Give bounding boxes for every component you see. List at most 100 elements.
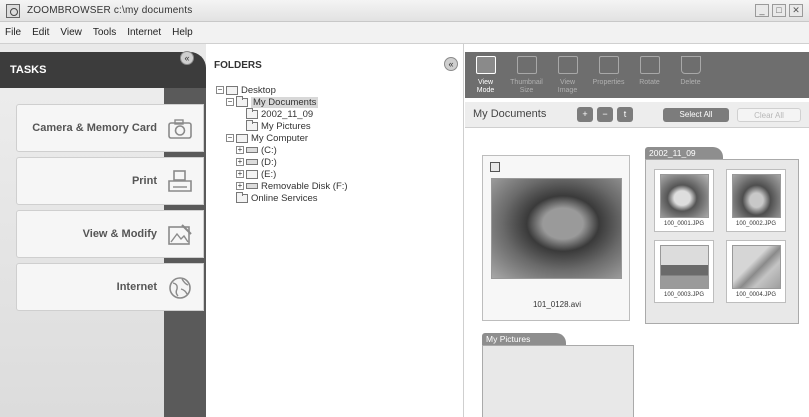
- thumbnail-picture: [660, 245, 709, 289]
- tasks-header: TASKS «: [0, 51, 206, 88]
- folders-title: FOLDERS: [214, 60, 262, 71]
- drive-icon: [246, 147, 258, 153]
- menu-file[interactable]: File: [5, 27, 21, 38]
- toolbar: View Mode Thumbnail Size View Image Prop…: [465, 52, 809, 98]
- select-all-button[interactable]: Select All: [663, 108, 729, 122]
- tree-toggle[interactable]: −: [226, 134, 234, 142]
- task-label: Print: [131, 175, 157, 187]
- folder-icon: [236, 191, 248, 203]
- minimize-button[interactable]: _: [755, 4, 769, 17]
- tree-item-my-computer[interactable]: − My Computer: [226, 132, 308, 144]
- tree-toggle[interactable]: +: [236, 158, 244, 166]
- tool-label: Delete: [680, 79, 701, 86]
- task-label: Camera & Memory Card: [32, 122, 157, 134]
- tree-item-drive-d[interactable]: + (D:): [236, 156, 277, 168]
- tasks-panel: TASKS « Camera & Memory Card Print View …: [0, 44, 206, 417]
- thumbnail-picture: [732, 174, 781, 218]
- task-label: Internet: [116, 281, 157, 293]
- globe-icon: [169, 277, 191, 299]
- cd-drive-icon: [246, 169, 258, 179]
- tree-toggle[interactable]: +: [236, 170, 244, 178]
- tree-item-desktop[interactable]: − Desktop: [216, 84, 276, 96]
- menu-view[interactable]: View: [60, 27, 82, 38]
- removable-disk-icon: [246, 183, 258, 189]
- zoom-in-button[interactable]: +: [577, 107, 593, 122]
- image-group-2002-11-09: 2002_11_09 100_0001.JPG 100_0002.JPG 100…: [645, 147, 799, 324]
- browser-pane: View Mode Thumbnail Size View Image Prop…: [465, 44, 809, 417]
- thumbnail-size-button[interactable]: Thumbnail Size: [506, 52, 547, 98]
- image-thumbnail[interactable]: 100_0004.JPG: [726, 240, 786, 303]
- group-tab[interactable]: My Pictures: [482, 333, 566, 345]
- view-image-button[interactable]: View Image: [547, 52, 588, 98]
- folder-icon: [246, 119, 258, 131]
- trash-icon: [681, 56, 701, 74]
- tree-label: (E:): [261, 168, 277, 180]
- tool-label: Rotate: [639, 79, 660, 86]
- desktop-icon: [226, 85, 238, 95]
- image-thumbnail[interactable]: 100_0002.JPG: [726, 169, 786, 232]
- title-bar: ZOOMBROWSER c:\my documents _ □ ✕: [0, 0, 809, 22]
- tree-item-drive-e[interactable]: + (E:): [236, 168, 276, 180]
- collapse-folders-button[interactable]: «: [444, 57, 458, 71]
- maximize-button[interactable]: □: [772, 4, 786, 17]
- tasks-title: TASKS: [10, 64, 47, 76]
- up-folder-button[interactable]: t: [617, 107, 633, 122]
- thumbnail-caption: 100_0003.JPG: [663, 292, 705, 298]
- thumbnail-caption: 100_0001.JPG: [663, 221, 705, 227]
- tree-item-online-services[interactable]: Online Services: [236, 191, 318, 204]
- tree-label: My Documents: [251, 96, 319, 108]
- movie-icon: [490, 162, 500, 172]
- properties-button[interactable]: Properties: [588, 52, 629, 98]
- view-modify-button[interactable]: View & Modify: [16, 210, 204, 258]
- delete-button[interactable]: Delete: [670, 52, 711, 98]
- rotate-button[interactable]: Rotate: [629, 52, 670, 98]
- tree-toggle[interactable]: +: [236, 182, 244, 190]
- internet-button[interactable]: Internet: [16, 263, 204, 311]
- thumbnail-caption: 100_0004.JPG: [735, 292, 777, 298]
- image-thumbnail[interactable]: 100_0003.JPG: [654, 240, 714, 303]
- printer-icon: [168, 170, 192, 192]
- video-preview-image: [491, 178, 622, 279]
- tree-label: Online Services: [251, 192, 318, 204]
- close-button[interactable]: ✕: [789, 4, 803, 17]
- window-title: ZOOMBROWSER c:\my documents: [27, 5, 193, 16]
- tool-label: View Image: [557, 79, 578, 94]
- print-button[interactable]: Print: [16, 157, 204, 205]
- tool-label: View Mode: [476, 79, 495, 94]
- clear-all-button[interactable]: Clear All: [737, 108, 801, 122]
- camera-memory-card-button[interactable]: Camera & Memory Card: [16, 104, 204, 152]
- tree-item-removable-disk[interactable]: + Removable Disk (F:): [236, 180, 348, 192]
- tool-label: Properties: [592, 79, 625, 86]
- group-tab[interactable]: 2002_11_09: [645, 147, 723, 159]
- tree-label: 2002_11_09: [261, 108, 314, 120]
- tree-item-my-pictures[interactable]: My Pictures: [246, 119, 311, 132]
- video-filename: 101_0128.avi: [532, 300, 582, 309]
- menu-internet[interactable]: Internet: [127, 27, 161, 38]
- tree-toggle[interactable]: −: [226, 98, 234, 106]
- view-mode-icon: [476, 56, 496, 74]
- video-thumbnail[interactable]: 101_0128.avi: [482, 155, 630, 321]
- tree-toggle[interactable]: −: [216, 86, 224, 94]
- thumbnail-area: 101_0128.avi 2002_11_09 100_0001.JPG 100…: [465, 129, 809, 417]
- tool-label: Thumbnail Size: [510, 79, 543, 94]
- tree-toggle[interactable]: +: [236, 146, 244, 154]
- menu-tools[interactable]: Tools: [93, 27, 116, 38]
- folder-open-icon: [236, 95, 248, 107]
- tree-item-drive-c[interactable]: + (C:): [236, 144, 277, 156]
- view-mode-button[interactable]: View Mode: [465, 52, 506, 98]
- tree-label: (C:): [261, 144, 277, 156]
- view-modify-icon: [168, 224, 192, 245]
- tree-item-my-documents[interactable]: − My Documents: [226, 95, 319, 108]
- tree-label: Desktop: [241, 84, 276, 96]
- image-thumbnail[interactable]: 100_0001.JPG: [654, 169, 714, 232]
- collapse-tasks-button[interactable]: «: [180, 51, 194, 65]
- menu-edit[interactable]: Edit: [32, 27, 49, 38]
- thumbnail-picture: [660, 174, 709, 218]
- folders-panel: FOLDERS « − Desktop − My Documents 2002_…: [206, 44, 464, 417]
- thumbnail-caption: 100_0002.JPG: [735, 221, 777, 227]
- menu-help[interactable]: Help: [172, 27, 193, 38]
- task-label: View & Modify: [82, 228, 157, 240]
- zoom-out-button[interactable]: −: [597, 107, 613, 122]
- tree-item-2002-11-09[interactable]: 2002_11_09: [246, 107, 314, 120]
- tree-label: My Pictures: [261, 120, 311, 132]
